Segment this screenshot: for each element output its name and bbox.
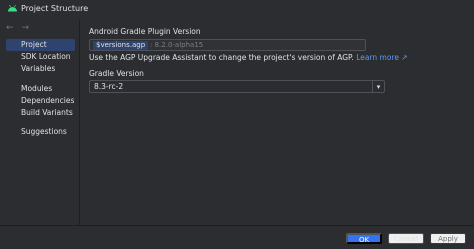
nav-arrows: ← → xyxy=(6,23,29,33)
dialog-footer: OK Cancel Apply xyxy=(0,225,474,249)
agp-version-field: $versions.agp : 8.2.0-alpha15 xyxy=(89,39,366,51)
agp-variable-chip: $versions.agp xyxy=(93,41,149,50)
gradle-version-value[interactable]: 8.3-rc-2 xyxy=(94,82,123,92)
chevron-down-icon[interactable]: ▾ xyxy=(372,81,384,92)
project-panel: Android Gradle Plugin Version $versions.… xyxy=(81,20,474,225)
sidebar-item-build-variants[interactable]: Build Variants xyxy=(6,107,75,119)
forward-arrow-icon[interactable]: → xyxy=(22,23,30,33)
learn-more-link[interactable]: Learn more ↗ xyxy=(356,53,407,62)
agp-hint-text: Use the AGP Upgrade Assistant to change … xyxy=(89,53,408,62)
agp-version-label: Android Gradle Plugin Version xyxy=(89,27,201,36)
sidebar-item-dependencies[interactable]: Dependencies xyxy=(6,95,75,107)
android-icon xyxy=(8,4,17,12)
gradle-version-label: Gradle Version xyxy=(89,69,144,78)
agp-hint: Use the AGP Upgrade Assistant to change … xyxy=(89,53,354,62)
ok-button[interactable]: OK xyxy=(346,233,382,244)
apply-button[interactable]: Apply xyxy=(430,233,466,244)
title-bar: Project Structure xyxy=(0,0,474,20)
cancel-button[interactable]: Cancel xyxy=(388,233,424,244)
sidebar-item-project[interactable]: Project xyxy=(6,39,75,51)
sidebar-item-modules[interactable]: Modules xyxy=(6,83,75,95)
sidebar-item-suggestions[interactable]: Suggestions xyxy=(6,126,75,138)
window-title: Project Structure xyxy=(21,4,89,13)
back-arrow-icon[interactable]: ← xyxy=(6,23,14,33)
gradle-version-select[interactable]: 8.3-rc-2 ▾ xyxy=(89,80,385,93)
sidebar: ← → Project SDK Location Variables Modul… xyxy=(0,20,80,225)
agp-resolved-version: : 8.2.0-alpha15 xyxy=(150,41,204,49)
sidebar-item-variables[interactable]: Variables xyxy=(6,63,75,75)
sidebar-item-sdk-location[interactable]: SDK Location xyxy=(6,51,75,63)
